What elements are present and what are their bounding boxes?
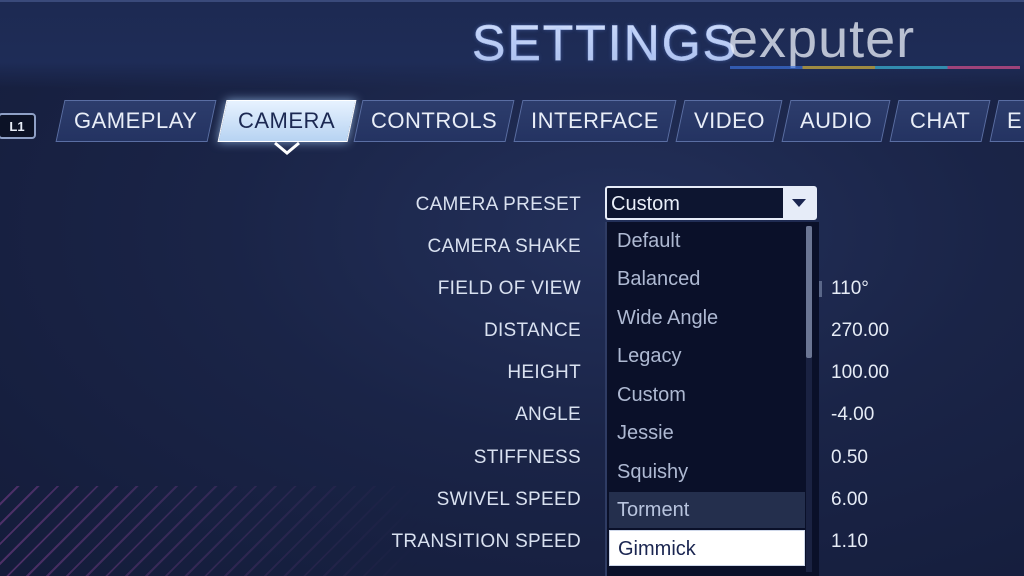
tab-audio[interactable]: AUDIO <box>781 100 891 142</box>
dropdown-toggle-button[interactable] <box>783 188 815 218</box>
option-default[interactable]: Default <box>609 223 805 259</box>
height-value: 100.00 <box>831 362 890 383</box>
swivel-speed-value: 6.00 <box>831 489 868 510</box>
bumper-left-button[interactable]: L1 <box>0 113 36 139</box>
transition-speed-label: TRANSITION SPEED <box>391 531 581 552</box>
field-of-view-value: 110° <box>831 278 869 299</box>
tab-video[interactable]: VIDEO <box>675 100 783 142</box>
angle-label: ANGLE <box>515 404 581 425</box>
option-gimmick[interactable]: Gimmick <box>609 530 805 566</box>
caret-down-icon <box>274 141 300 155</box>
distance-label: DISTANCE <box>483 320 581 341</box>
swivel-speed-label: SWIVEL SPEED <box>436 489 581 510</box>
tab-chat[interactable]: CHAT <box>889 100 991 142</box>
stiffness-value: 0.50 <box>831 447 868 468</box>
tab-label: E <box>1007 108 1023 133</box>
tab-label: VIDEO <box>693 108 765 133</box>
tab-camera[interactable]: CAMERA <box>217 100 357 142</box>
camera-preset-value: Custom <box>611 193 680 215</box>
tab-label: CONTROLS <box>370 108 498 133</box>
dropdown-scrollbar-thumb[interactable] <box>806 226 812 358</box>
height-label: HEIGHT <box>507 362 581 383</box>
stiffness-label: STIFFNESS <box>473 447 581 468</box>
decorative-stripes <box>0 486 420 576</box>
distance-value: 270.00 <box>831 320 890 341</box>
option-jessie[interactable]: Jessie <box>609 415 805 451</box>
option-legacy[interactable]: Legacy <box>609 338 805 374</box>
tab-extra[interactable]: E <box>989 100 1024 142</box>
camera-shake-label: CAMERA SHAKE <box>427 236 581 257</box>
tab-label: GAMEPLAY <box>74 108 198 133</box>
tab-label: CAMERA <box>238 108 336 133</box>
option-torment[interactable]: Torment <box>609 492 805 528</box>
watermark-logo: exputer <box>728 9 916 69</box>
option-wide-angle[interactable]: Wide Angle <box>609 300 805 336</box>
camera-preset-options-list: Default Balanced Wide Angle Legacy Custo… <box>605 222 819 576</box>
transition-speed-value: 1.10 <box>831 531 868 552</box>
tab-label: CHAT <box>909 108 971 133</box>
camera-preset-label: CAMERA PRESET <box>415 194 581 215</box>
option-squishy[interactable]: Squishy <box>609 454 805 490</box>
option-custom[interactable]: Custom <box>609 377 805 413</box>
tab-gameplay[interactable]: GAMEPLAY <box>55 100 217 142</box>
watermark-underline <box>730 66 1020 69</box>
tab-label: AUDIO <box>799 108 873 133</box>
tab-label: INTERFACE <box>531 108 659 133</box>
tab-interface[interactable]: INTERFACE <box>513 100 677 142</box>
chevron-down-icon <box>792 199 806 207</box>
header-bar: SETTINGS exputer <box>0 0 1024 88</box>
field-of-view-label: FIELD OF VIEW <box>437 278 581 299</box>
page-title: SETTINGS <box>472 15 739 72</box>
angle-value: -4.00 <box>831 404 875 425</box>
option-balanced[interactable]: Balanced <box>609 261 805 297</box>
tab-controls[interactable]: CONTROLS <box>353 100 515 142</box>
camera-preset-dropdown[interactable]: Custom <box>605 186 817 220</box>
